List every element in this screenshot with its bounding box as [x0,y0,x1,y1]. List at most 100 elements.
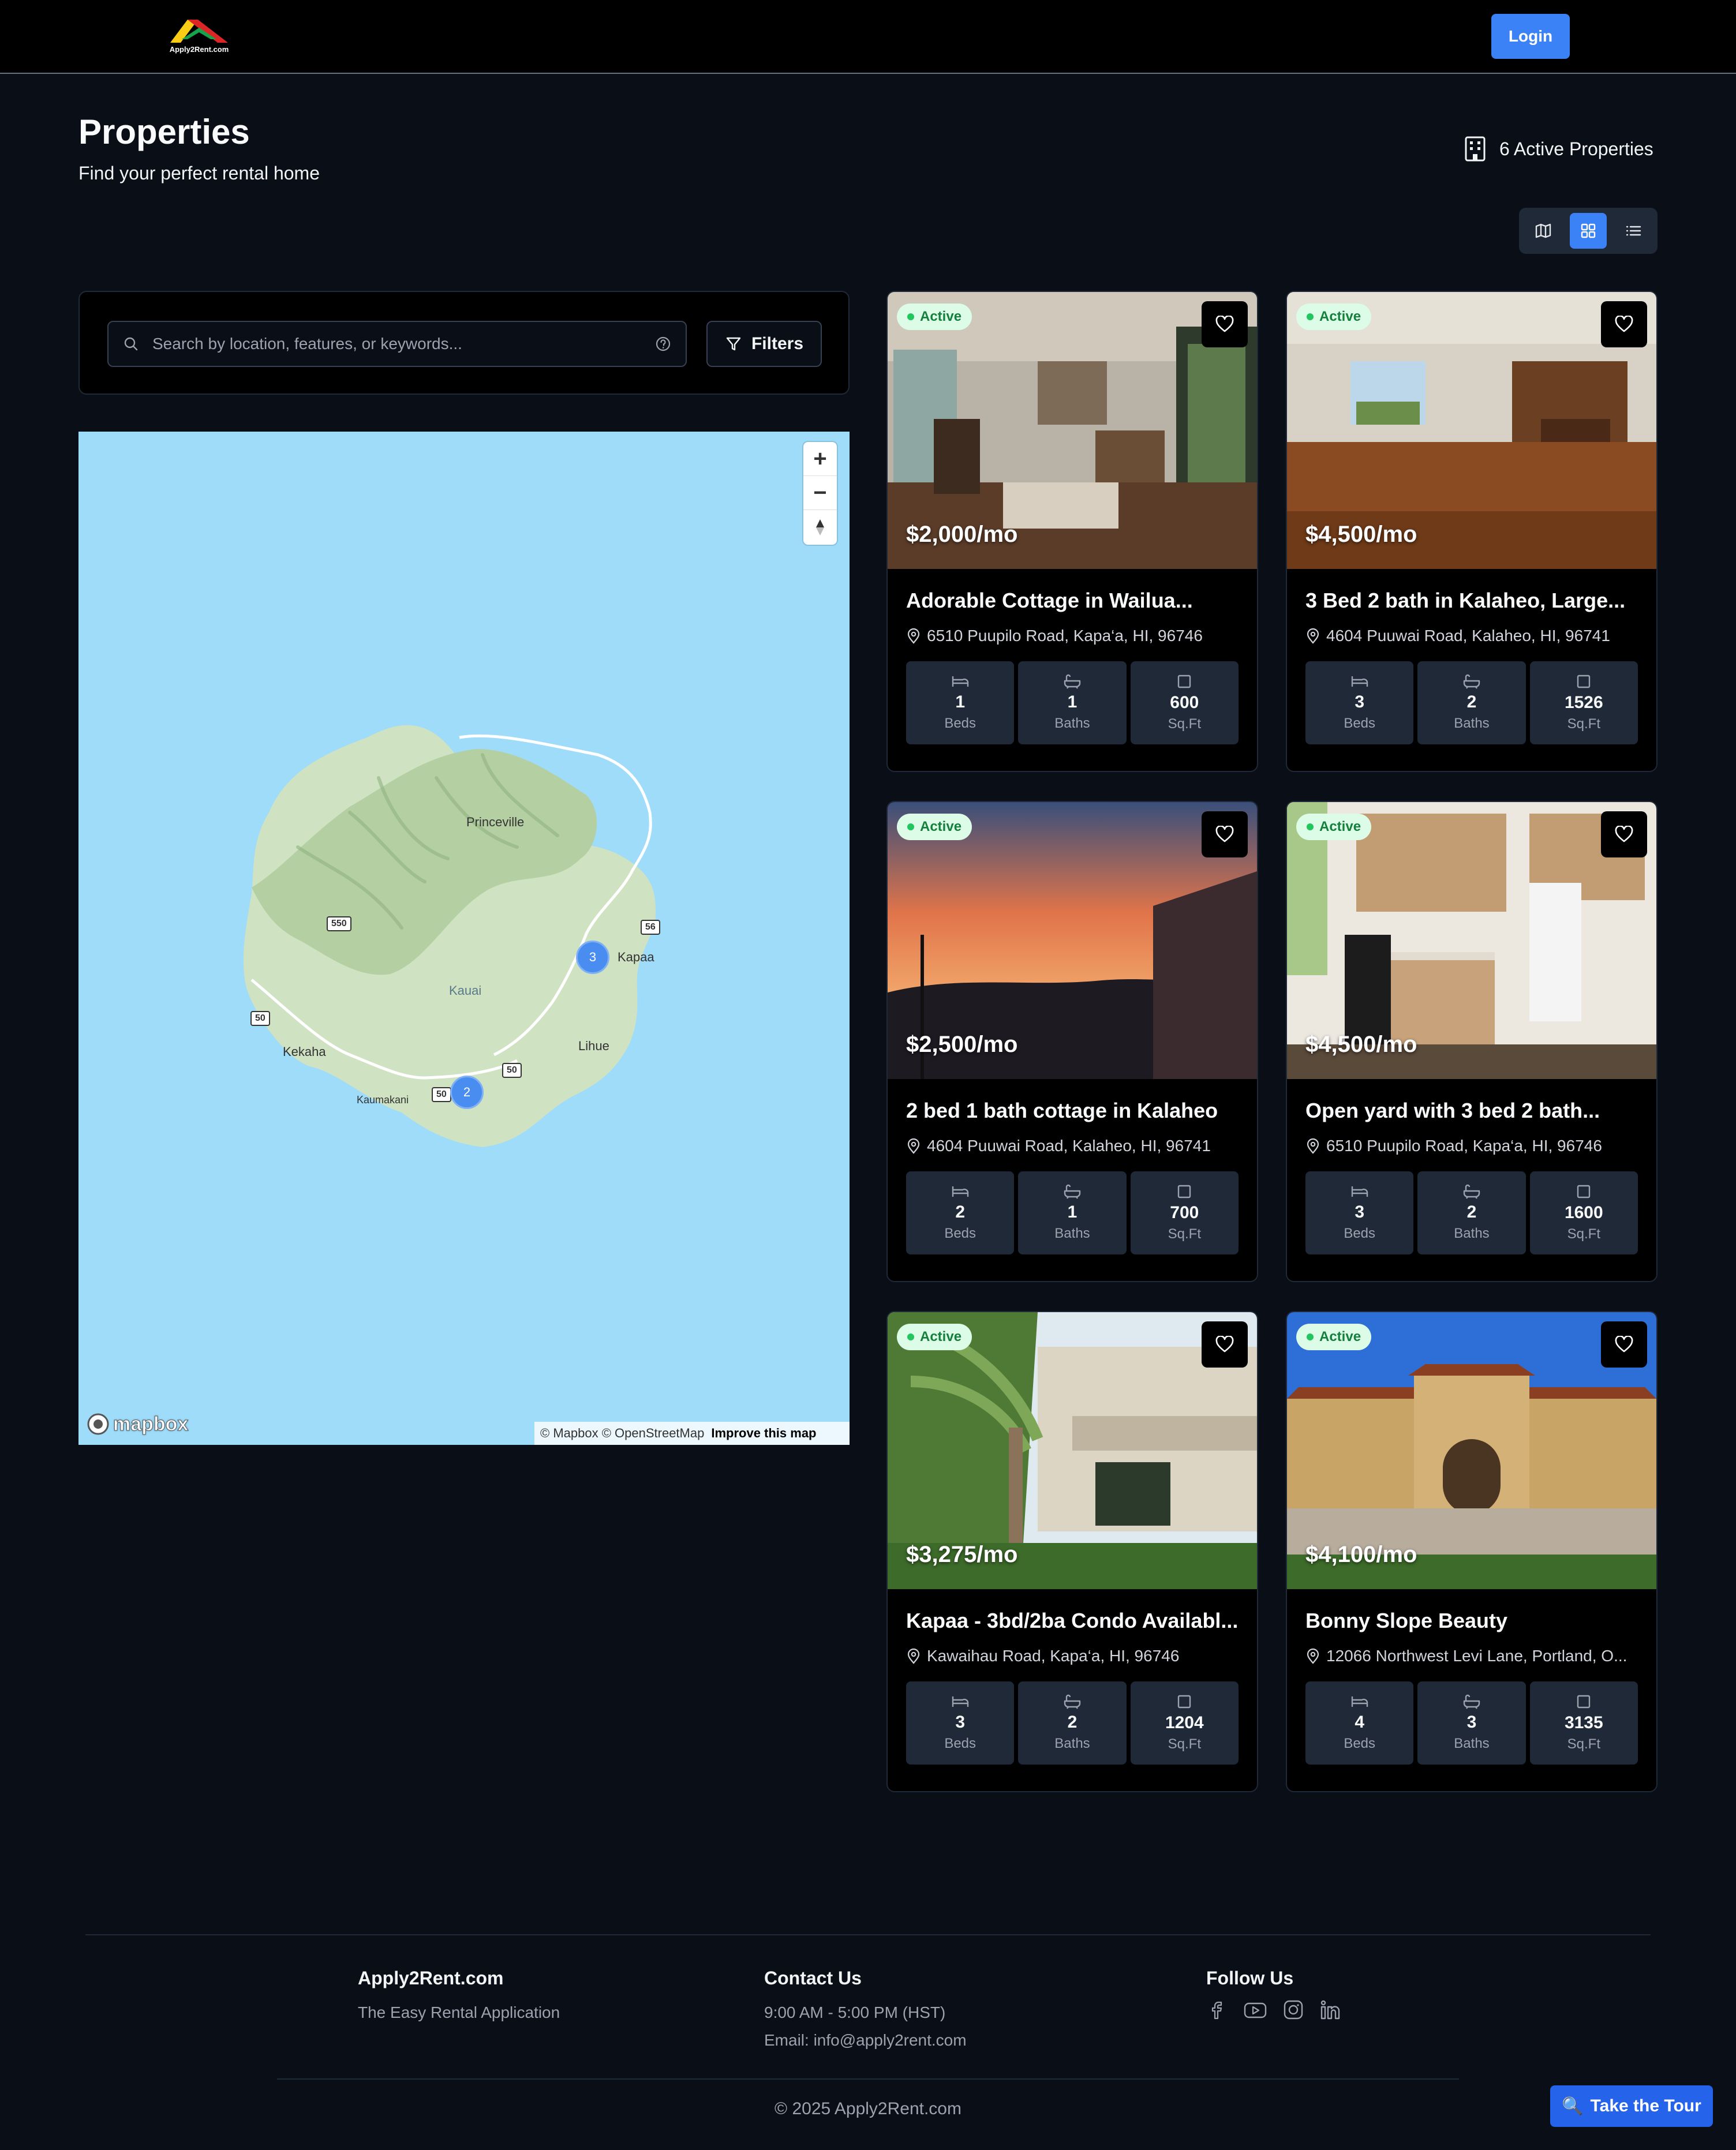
listing-address: 6510 Puupilo Road, Kapa‘a, HI, 96746 [1305,1137,1646,1155]
sqft-stat: 700 Sq.Ft [1130,1171,1239,1254]
filters-button[interactable]: Filters [706,321,822,367]
help-icon[interactable] [654,335,672,353]
baths-value: 2 [1466,1203,1477,1222]
instagram-icon[interactable] [1282,1999,1304,2021]
location-pin-icon [1307,1648,1319,1664]
map-label-kauai: Kauai [449,983,482,998]
listing-card-3[interactable]: Active $2,500/mo 2 bed 1 bath cottage in… [886,801,1258,1282]
favorite-button[interactable] [1202,811,1248,857]
beds-stat: 2 Beds [906,1171,1015,1254]
listing-title[interactable]: 2 bed 1 bath cottage in Kalaheo [906,1099,1247,1123]
search-icon [124,337,138,351]
zoom-out-button[interactable]: − [803,476,837,510]
listing-card-2[interactable]: Active $4,500/mo 3 Bed 2 bath in Kalaheo… [1286,291,1658,772]
area-square-icon [1577,1185,1591,1198]
listing-card-1[interactable]: Active $2,000/mo Adorable Cottage in Wai… [886,291,1258,772]
filters-label: Filters [751,334,804,353]
view-mode-toggle [1519,208,1658,254]
map-label-lihue: Lihue [578,1039,609,1053]
improve-map-link[interactable]: Improve this map [711,1426,816,1441]
map-attribution: © Mapbox © OpenStreetMap Improve this ma… [534,1422,850,1445]
address-text: 4604 Puuwai Road, Kalaheo, HI, 96741 [927,1137,1211,1155]
favorite-button[interactable] [1202,301,1248,347]
footer-contact-email[interactable]: Email: info@apply2rent.com [764,2031,967,2050]
sqft-value: 600 [1170,693,1199,712]
linkedin-icon[interactable] [1319,1999,1341,2021]
mapbox-logo[interactable]: mapbox [87,1413,189,1436]
favorite-button[interactable] [1202,1321,1248,1368]
status-badge: Active [897,1324,972,1350]
login-button[interactable]: Login [1491,14,1570,59]
grid-icon [1581,223,1596,238]
bath-icon [1463,1694,1480,1709]
footer-divider [85,1934,1651,1935]
baths-stat: 2 Baths [1417,1171,1526,1254]
logo-text: Apply2Rent.com [169,45,229,54]
cluster-marker-kapaa[interactable]: 3 [576,941,609,974]
baths-value: 2 [1067,1713,1077,1732]
page-subtitle: Find your perfect rental home [78,163,320,183]
zoom-in-button[interactable]: + [803,442,837,476]
beds-stat: 1 Beds [906,661,1015,744]
bed-icon [1351,1696,1368,1707]
list-view-button[interactable] [1615,213,1652,249]
property-map[interactable]: Princeville Kapaa Kauai Lihue Kekaha Kau… [78,432,850,1445]
listing-card-6[interactable]: Active $4,100/mo Bonny Slope Beauty 1206… [1286,1311,1658,1792]
favorite-button[interactable] [1601,1321,1647,1368]
sqft-label: Sq.Ft [1168,1226,1201,1242]
status-badge: Active [897,304,972,330]
apply2rent-logo[interactable]: Apply2Rent.com [164,16,234,58]
sqft-value: 700 [1170,1203,1199,1222]
compass-button[interactable] [803,510,837,544]
listing-address: Kawaihau Road, Kapa‘a, HI, 96746 [906,1647,1247,1665]
favorite-button[interactable] [1601,811,1647,857]
search-input[interactable]: Search by location, features, or keyword… [107,321,687,367]
search-placeholder: Search by location, features, or keyword… [152,335,462,353]
listing-title[interactable]: Kapaa - 3bd/2ba Condo Availabl... [906,1609,1247,1633]
beds-value: 2 [955,1203,965,1222]
cluster-marker-south[interactable]: 2 [450,1076,484,1109]
status-badge: Active [1296,814,1372,840]
area-square-icon [1178,1695,1191,1709]
take-tour-button[interactable]: 🔍 Take the Tour [1550,2085,1713,2127]
beds-value: 1 [955,692,965,711]
map-label-princeville: Princeville [466,815,525,829]
listing-card-4[interactable]: Active $4,500/mo Open yard with 3 bed 2 … [1286,801,1658,1282]
beds-stat: 3 Beds [906,1681,1015,1765]
footer-bottom-divider [277,2078,1459,2080]
beds-stat: 4 Beds [1305,1681,1414,1765]
location-pin-icon [907,628,920,644]
facebook-icon[interactable] [1206,1999,1228,2021]
map-view-button[interactable] [1525,213,1562,249]
bath-icon [1463,1184,1480,1199]
area-square-icon [1577,1695,1591,1709]
listing-title[interactable]: Open yard with 3 bed 2 bath... [1305,1099,1646,1123]
building-icon [1465,136,1486,162]
baths-stat: 2 Baths [1018,1681,1127,1765]
beds-value: 4 [1355,1713,1364,1732]
listing-card-5[interactable]: Active $3,275/mo Kapaa - 3bd/2ba Condo A… [886,1311,1258,1792]
beds-label: Beds [944,1736,976,1751]
grid-view-button[interactable] [1570,213,1607,249]
listing-title[interactable]: 3 Bed 2 bath in Kalaheo, Large... [1305,589,1646,613]
listing-stats: 3 Beds 2 Baths 1526 Sq.Ft [1305,661,1638,744]
sqft-value: 3135 [1564,1713,1603,1732]
route-shield-56: 56 [641,920,660,935]
baths-value: 1 [1067,692,1077,711]
listing-stats: 1 Beds 1 Baths 600 Sq.Ft [906,661,1239,744]
bath-icon [1064,1694,1081,1709]
route-shield-550: 550 [327,916,351,931]
location-pin-icon [907,1138,920,1154]
listing-price: $2,000/mo [906,522,1018,547]
bed-icon [1351,676,1368,687]
listing-title[interactable]: Adorable Cottage in Wailua... [906,589,1247,613]
favorite-button[interactable] [1601,301,1647,347]
heart-icon [1615,316,1633,332]
attribution-text[interactable]: © Mapbox © OpenStreetMap [540,1426,704,1441]
listing-title[interactable]: Bonny Slope Beauty [1305,1609,1646,1633]
address-text: 6510 Puupilo Road, Kapa‘a, HI, 96746 [1326,1137,1602,1155]
listing-price: $4,500/mo [1305,522,1417,547]
compass-icon [816,519,824,535]
baths-label: Baths [1454,716,1490,731]
youtube-icon[interactable] [1243,1999,1267,2021]
